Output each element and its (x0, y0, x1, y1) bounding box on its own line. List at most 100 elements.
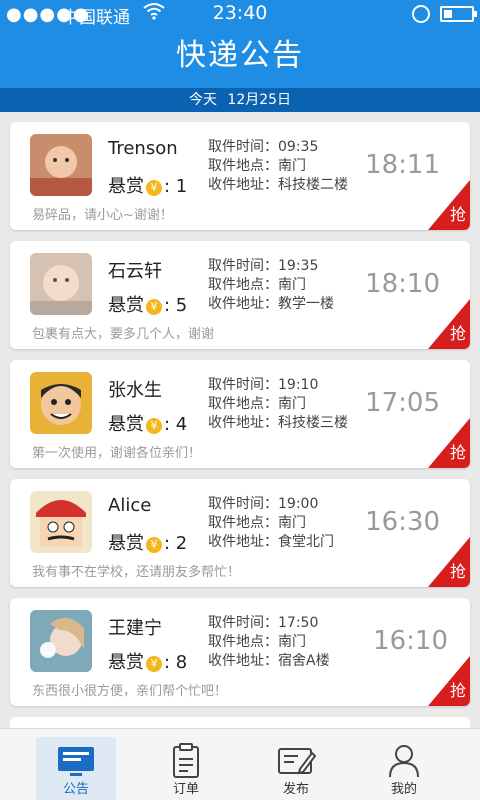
delivery-address: 宿舍A楼 (278, 653, 330, 669)
tab-bar: 公告 订单 发布 我的 (0, 728, 480, 800)
delivery-address-label: 收件地址： (208, 653, 278, 669)
tab-profile[interactable]: 我的 (364, 737, 444, 800)
sender-name: 张水生 (108, 380, 162, 401)
coin-icon: ¥ (146, 299, 162, 315)
date-today: 今天 (188, 92, 217, 108)
order-card[interactable]: 王建宁 悬赏 ¥: 8 取件时间：17:50 取件地点：南门 收件地址：宿舍A楼 … (10, 598, 470, 706)
coin-icon: ¥ (146, 656, 162, 672)
order-card[interactable]: 石云轩 悬赏 ¥: 5 取件时间：19:35 取件地点：南门 收件地址：教学一楼 … (10, 241, 470, 349)
reward: 悬赏 ¥: 1 (108, 172, 187, 198)
pickup-location: 南门 (278, 277, 306, 293)
sender-name: Alice (108, 495, 152, 516)
pickup-location-label: 取件地点： (208, 396, 278, 412)
grab-button[interactable]: 抢 (428, 537, 470, 587)
pickup-time: 19:35 (278, 258, 319, 274)
post-time: 16:10 (373, 626, 448, 656)
grab-label: 抢 (449, 681, 466, 700)
page-title: 快递公告 (176, 38, 304, 73)
pickup-location: 南门 (278, 158, 306, 174)
delivery-address-label: 收件地址： (208, 415, 278, 431)
grab-button[interactable]: 抢 (428, 418, 470, 468)
delivery-address-label: 收件地址： (208, 296, 278, 312)
battery-icon (440, 6, 477, 22)
pickup-location: 南门 (278, 515, 306, 531)
notice-icon (58, 747, 94, 776)
pickup-time: 17:50 (278, 615, 319, 631)
grab-label: 抢 (449, 324, 466, 343)
avatar[interactable] (30, 134, 92, 196)
delivery-address: 科技楼三楼 (278, 415, 348, 431)
date-bar: 今天 12月25日 (0, 88, 480, 112)
reward-value: : 8 (164, 652, 188, 673)
avatar[interactable] (30, 491, 92, 553)
reward-label: 悬赏 (108, 414, 144, 435)
reward-label: 悬赏 (108, 533, 144, 554)
order-info: 取件时间：17:50 取件地点：南门 收件地址：宿舍A楼 (208, 614, 330, 671)
post-time: 18:11 (365, 150, 440, 180)
order-note: 东西很小很方便，亲们帮个忙吧！ (32, 684, 228, 699)
order-info: 取件时间：09:35 取件地点：南门 收件地址：科技楼二楼 (208, 138, 348, 195)
post-time: 16:30 (365, 507, 440, 537)
order-note: 我有事不在学校，还请朋友多帮忙！ (32, 565, 241, 580)
pickup-time-label: 取件时间： (208, 258, 278, 274)
pickup-location: 南门 (278, 634, 306, 650)
tab-orders[interactable]: 订单 (146, 737, 226, 800)
delivery-address-label: 收件地址： (208, 177, 278, 193)
pickup-time-label: 取件时间： (208, 615, 278, 631)
tab-orders-label: 订单 (172, 782, 199, 797)
pickup-location-label: 取件地点： (208, 634, 278, 650)
order-note: 包裹有点大，要多几个人，谢谢 (32, 327, 215, 342)
pickup-location-label: 取件地点： (208, 158, 278, 174)
order-card[interactable]: Alice 悬赏 ¥: 2 取件时间：19:00 取件地点：南门 收件地址：食堂北… (10, 479, 470, 587)
reward-label: 悬赏 (108, 176, 144, 197)
post-time: 17:05 (365, 388, 440, 418)
delivery-address-label: 收件地址： (208, 534, 278, 550)
reward-value: : 1 (164, 176, 188, 197)
pickup-location-label: 取件地点： (208, 277, 278, 293)
grab-label: 抢 (449, 205, 466, 224)
sender-name: Trenson (108, 138, 178, 159)
reward: 悬赏 ¥: 5 (108, 291, 187, 317)
grab-button[interactable]: 抢 (428, 180, 470, 230)
order-note: 第一次使用，谢谢各位亲们！ (32, 446, 202, 461)
pickup-location: 南门 (278, 396, 306, 412)
order-card[interactable]: Trenson 悬赏 ¥: 1 取件时间：09:35 取件地点：南门 收件地址：科… (10, 122, 470, 230)
avatar[interactable] (30, 253, 92, 315)
coin-icon: ¥ (146, 537, 162, 553)
reward: 悬赏 ¥: 8 (108, 648, 187, 674)
pickup-location-label: 取件地点： (208, 515, 278, 531)
grab-button[interactable]: 抢 (428, 299, 470, 349)
coin-icon: ¥ (146, 418, 162, 434)
reward-label: 悬赏 (108, 295, 144, 316)
top-bar: ●●●●● 中国联通 23:40 快递公告 (0, 0, 480, 88)
grab-label: 抢 (449, 443, 466, 462)
tab-publish[interactable]: 发布 (256, 737, 336, 800)
avatar[interactable] (30, 372, 92, 434)
tab-notice[interactable]: 公告 (36, 737, 116, 800)
avatar[interactable] (30, 610, 92, 672)
pickup-time: 19:00 (278, 496, 319, 512)
orders-icon (173, 743, 199, 778)
tab-publish-label: 发布 (282, 782, 309, 797)
coin-icon: ¥ (146, 180, 162, 196)
reward-value: : 4 (164, 414, 188, 435)
profile-icon (389, 745, 419, 778)
pickup-time-label: 取件时间： (208, 377, 278, 393)
reward: 悬赏 ¥: 2 (108, 529, 187, 555)
order-info: 取件时间：19:35 取件地点：南门 收件地址：教学一楼 (208, 257, 334, 314)
order-card[interactable]: 张水生 悬赏 ¥: 4 取件时间：19:10 取件地点：南门 收件地址：科技楼三楼… (10, 360, 470, 468)
date-value: 12月25日 (227, 92, 292, 108)
sender-name: 石云轩 (108, 261, 162, 282)
reward-value: : 5 (164, 295, 188, 316)
reward-label: 悬赏 (108, 652, 144, 673)
order-note: 易碎品，请小心~谢谢！ (32, 208, 173, 223)
status-time: 23:40 (212, 2, 268, 24)
grab-button[interactable]: 抢 (428, 656, 470, 706)
rotation-lock-icon (412, 5, 430, 23)
delivery-address: 科技楼二楼 (278, 177, 348, 193)
pickup-time: 09:35 (278, 139, 319, 155)
order-info: 取件时间：19:10 取件地点：南门 收件地址：科技楼三楼 (208, 376, 348, 433)
sender-name: 王建宁 (108, 618, 162, 639)
delivery-address: 教学一楼 (278, 296, 334, 312)
tab-profile-label: 我的 (390, 782, 417, 797)
